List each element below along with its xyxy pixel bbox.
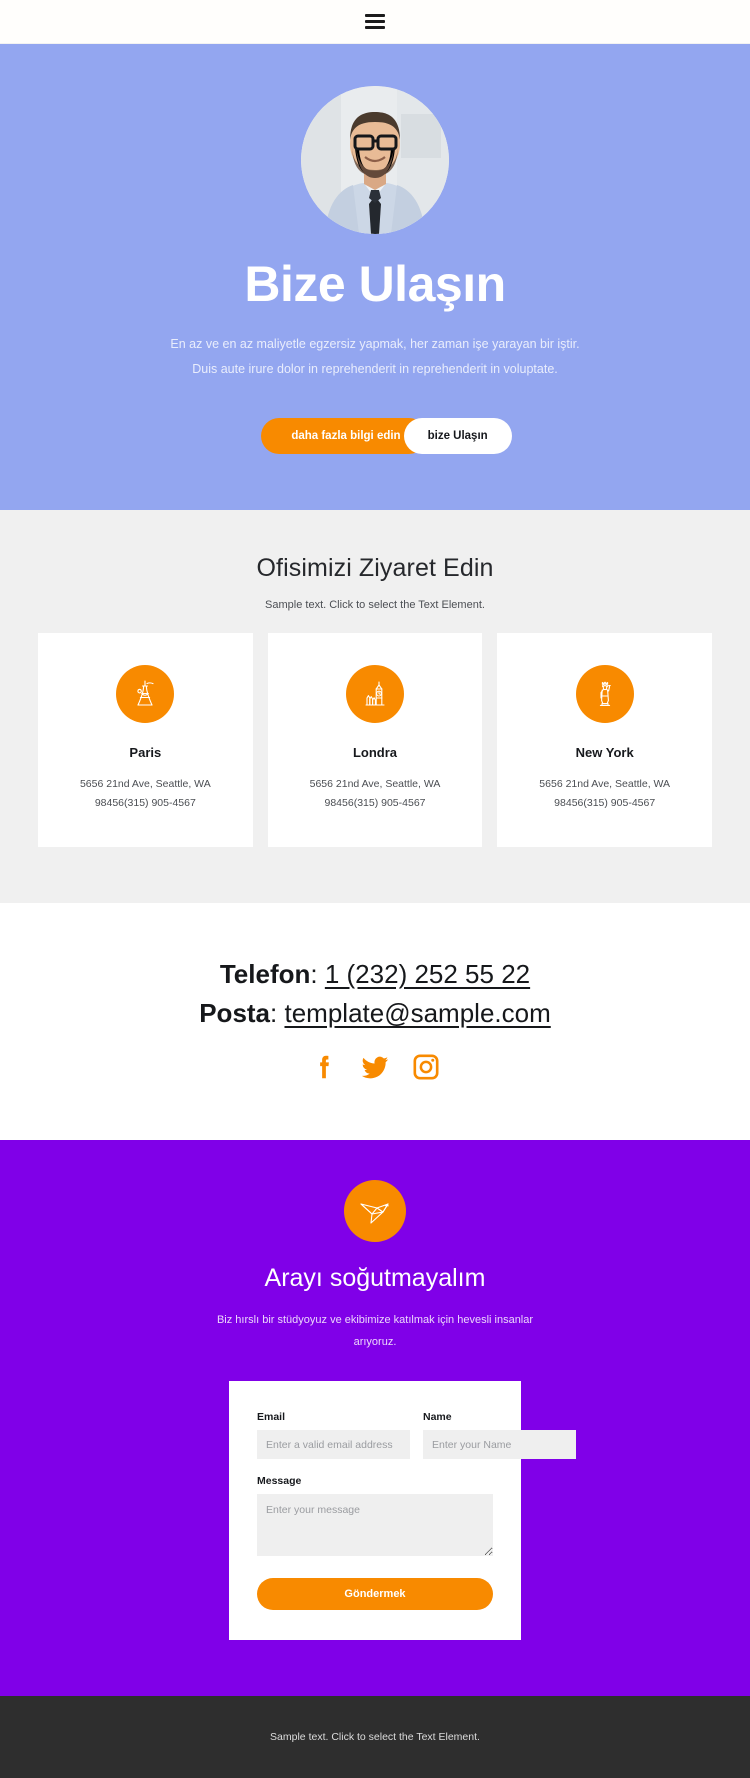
avatar [301,86,449,234]
office-card-londra[interactable]: Londra 5656 21nd Ave, Seattle, WA 98456(… [267,632,483,848]
site-header [0,0,750,44]
twitter-link[interactable] [360,1052,390,1082]
big-ben-icon [346,664,404,723]
phone-label: Telefon [219,959,311,990]
email-field-label: Email [257,1411,286,1424]
office-address: 5656 21nd Ave, Seattle, WA 98456(315) 90… [511,775,698,814]
name-field-group: Name [423,1411,576,1460]
office-card-list: Paris 5656 21nd Ave, Seattle, WA 98456(3… [0,632,750,848]
office-card-new-york[interactable]: New York 5656 21nd Ave, Seattle, WA 9845… [497,632,713,848]
office-address-line2: 98456(315) 905-4567 [94,796,196,809]
email-colon: : [270,997,285,1028]
office-address-line2: 98456(315) 905-4567 [324,796,426,809]
hero-button-group: daha fazla bilgi edin bize Ulaşın [0,417,750,454]
contact-us-button[interactable]: bize Ulaşın [403,417,512,454]
email-label: Posta [199,997,271,1028]
twitter-icon [361,1056,389,1079]
facebook-icon [320,1056,329,1079]
instagram-icon [413,1054,439,1080]
footer-text: Sample text. Click to select the Text El… [270,1731,480,1744]
phone-colon: : [310,959,325,990]
hero-subtitle: En az ve en az maliyetle egzersiz yapmak… [170,336,580,376]
hamburger-menu-icon[interactable] [365,14,385,29]
submit-button[interactable]: Göndermek [257,1578,493,1611]
office-address: 5656 21nd Ave, Seattle, WA 98456(315) 90… [52,775,239,814]
office-name: New York [575,744,634,760]
phone-row: Telefon: 1 (232) 252 55 22 [0,955,750,993]
hero-section: Bize Ulaşın En az ve en az maliyetle egz… [0,44,750,510]
hamburger-bar [365,26,385,29]
email-link[interactable]: template@sample.com [284,998,550,1028]
contact-form: Email Name Message Göndermek [229,1381,576,1641]
message-field-label: Message [257,1475,302,1488]
offices-title: Ofisimizi Ziyaret Edin [256,553,494,582]
office-address: 5656 21nd Ave, Seattle, WA 98456(315) 90… [282,775,469,814]
hamburger-bar [365,20,385,23]
eiffel-tower-icon [116,664,175,723]
origami-bird-icon [344,1180,406,1243]
office-card-paris[interactable]: Paris 5656 21nd Ave, Seattle, WA 98456(3… [38,632,253,848]
message-textarea[interactable] [257,1494,493,1557]
facebook-link[interactable] [309,1052,339,1082]
office-address-line2: 98456(315) 905-4567 [554,796,656,809]
email-field-group: Email [257,1411,410,1460]
office-address-line1: 5656 21nd Ave, Seattle, WA [79,777,211,790]
learn-more-button[interactable]: daha fazla bilgi edin [261,417,427,454]
offices-subtitle: Sample text. Click to select the Text El… [265,598,485,611]
name-field-label: Name [423,1411,452,1424]
form-row-top: Email Name [257,1411,576,1460]
offices-section: Ofisimizi Ziyaret Edin Sample text. Clic… [0,509,750,904]
message-field-group: Message [257,1475,493,1557]
hamburger-bar [365,14,385,17]
instagram-link[interactable] [411,1052,441,1082]
contact-section: Telefon: 1 (232) 252 55 22 Posta: templa… [0,903,750,1141]
cta-section: Arayı soğutmayalım Biz hırslı bir stüdyo… [0,1140,750,1697]
phone-link[interactable]: 1 (232) 252 55 22 [325,959,530,989]
office-address-line1: 5656 21nd Ave, Seattle, WA [539,777,671,790]
cta-subtitle: Biz hırslı bir stüdyoyuz ve ekibimize ka… [216,1314,534,1349]
statue-of-liberty-icon [575,664,634,723]
office-address-line1: 5656 21nd Ave, Seattle, WA [309,777,441,790]
name-input[interactable] [423,1430,576,1460]
office-name: Londra [352,744,398,760]
cta-title: Arayı soğutmayalım [264,1264,486,1293]
page-title: Bize Ulaşın [244,256,506,312]
social-links [0,1052,750,1082]
portrait-photo-icon [301,86,449,234]
email-row: Posta: template@sample.com [0,994,750,1032]
email-input[interactable] [257,1430,410,1460]
office-name: Paris [129,744,162,760]
site-footer: Sample text. Click to select the Text El… [0,1696,750,1778]
